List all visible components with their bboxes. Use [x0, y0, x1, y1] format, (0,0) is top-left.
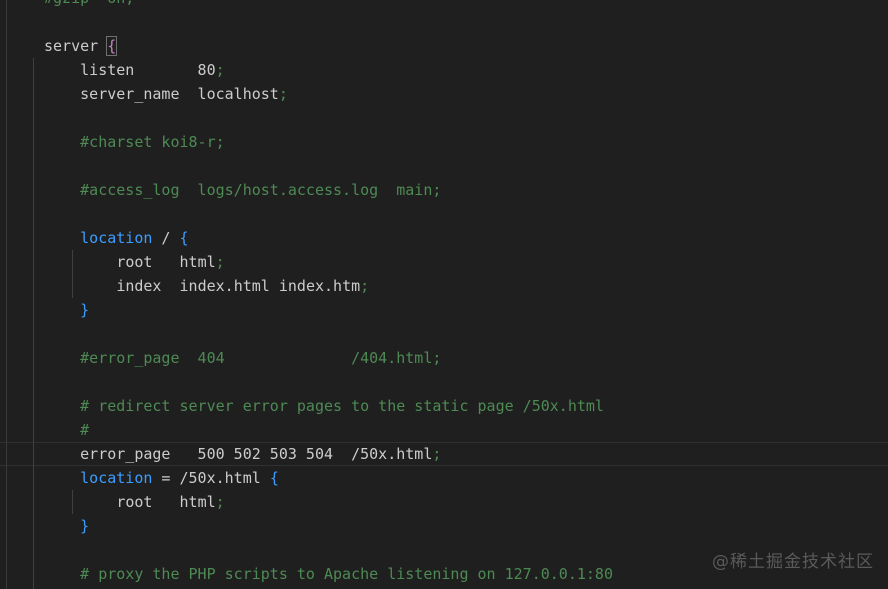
code-line[interactable]: location / { — [0, 226, 888, 250]
matching-brace: { — [106, 36, 118, 56]
code-line[interactable] — [0, 106, 888, 130]
indent-guide — [33, 346, 34, 370]
code-line-text: } — [80, 517, 90, 535]
indent-guide — [72, 274, 73, 298]
code-line[interactable]: server { — [0, 34, 888, 58]
code-surface[interactable]: #gzip on; server { listen 80; server_name l… — [0, 0, 888, 589]
code-line-text: #charset koi8-r; — [80, 133, 225, 151]
indent-guide — [72, 490, 73, 514]
code-line-text: # proxy the PHP scripts to Apache listen… — [80, 565, 613, 583]
code-line[interactable]: # — [0, 418, 888, 442]
indent-guide — [33, 370, 34, 394]
indent-guide — [33, 442, 34, 466]
code-line[interactable]: root html; — [0, 250, 888, 274]
indent-guide — [33, 250, 34, 274]
code-line[interactable]: #charset koi8-r; — [0, 130, 888, 154]
code-line[interactable]: listen 80; — [0, 58, 888, 82]
code-line[interactable] — [0, 370, 888, 394]
watermark-label: @稀土掘金技术社区 — [712, 552, 874, 572]
indent-guide — [72, 250, 73, 274]
code-line[interactable]: server_name localhost; — [0, 82, 888, 106]
indent-guide — [33, 106, 34, 130]
indent-guide — [33, 202, 34, 226]
code-line-text: #gzip on; — [44, 0, 134, 10]
indent-guide — [33, 58, 34, 82]
indent-guide — [33, 226, 34, 250]
code-line[interactable]: root html; — [0, 490, 888, 514]
code-line[interactable]: } — [0, 514, 888, 538]
code-line[interactable]: location = /50x.html { — [0, 466, 888, 490]
indent-guide — [33, 514, 34, 538]
code-line[interactable] — [0, 154, 888, 178]
indent-guide — [33, 538, 34, 562]
code-line-text: #access_log logs/host.access.log main; — [80, 181, 442, 199]
code-line[interactable]: #gzip on; — [0, 0, 888, 10]
code-line[interactable]: #error_page 404 /404.html; — [0, 346, 888, 370]
code-line[interactable] — [0, 10, 888, 34]
code-line[interactable]: #access_log logs/host.access.log main; — [0, 178, 888, 202]
code-line-text: # — [80, 421, 90, 439]
indent-guide — [33, 298, 34, 322]
code-line-text: root html; — [116, 493, 225, 511]
code-line[interactable]: # redirect server error pages to the sta… — [0, 394, 888, 418]
code-line-text: server_name localhost; — [80, 85, 288, 103]
code-line-current[interactable]: error_page 500 502 503 504 /50x.html; — [0, 442, 888, 466]
code-line-text: error_page 500 502 503 504 /50x.html; — [80, 445, 442, 463]
indent-guide — [33, 82, 34, 106]
indent-guide — [33, 322, 34, 346]
code-line-text: root html; — [116, 253, 225, 271]
code-line-text: location / { — [80, 229, 189, 247]
code-line[interactable]: index index.html index.htm; — [0, 274, 888, 298]
indent-guide — [33, 178, 34, 202]
editor-left-rule — [6, 0, 7, 589]
code-line-text: index index.html index.htm; — [116, 277, 370, 295]
indent-guide — [33, 466, 34, 490]
code-line[interactable] — [0, 202, 888, 226]
indent-guide — [33, 490, 34, 514]
code-line-text: #error_page 404 /404.html; — [80, 349, 442, 367]
indent-guide — [33, 418, 34, 442]
code-line[interactable] — [0, 322, 888, 346]
code-line-text: listen 80; — [80, 61, 225, 79]
code-editor[interactable]: #gzip on; server { listen 80; server_name l… — [0, 0, 888, 589]
code-line-text: server { — [44, 36, 118, 56]
indent-guide — [33, 274, 34, 298]
code-line-text: location = /50x.html { — [80, 469, 279, 487]
code-line-text: } — [80, 301, 90, 319]
code-line[interactable]: } — [0, 298, 888, 322]
code-line-text: # redirect server error pages to the sta… — [80, 397, 604, 415]
indent-guide — [33, 130, 34, 154]
indent-guide — [33, 154, 34, 178]
indent-guide — [33, 562, 34, 586]
indent-guide — [33, 394, 34, 418]
